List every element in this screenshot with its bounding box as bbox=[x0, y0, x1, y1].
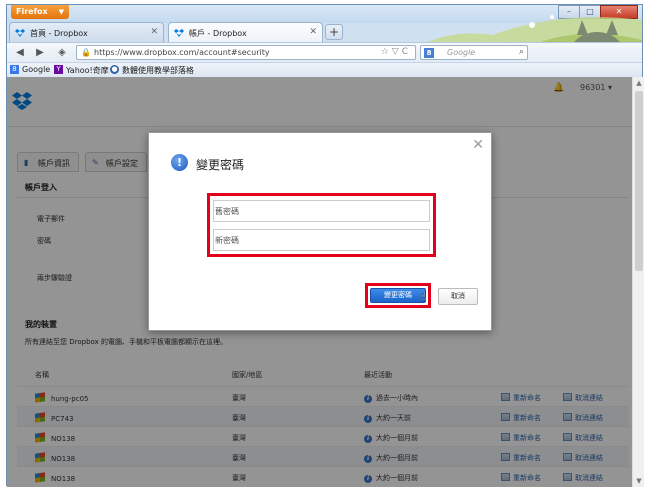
dropbox-favicon-icon bbox=[15, 29, 25, 37]
bookmark-label: Google bbox=[22, 65, 51, 74]
forward-icon[interactable]: ▶ bbox=[33, 46, 47, 60]
cancel-label: 取消 bbox=[451, 292, 465, 300]
tab-label: 帳戶 - Dropbox bbox=[189, 29, 247, 38]
change-password-label: 變更密碼 bbox=[384, 291, 412, 299]
bookmark-label: Yahoo!奇摩 bbox=[66, 66, 109, 75]
globe-icon: ● bbox=[110, 65, 119, 74]
bookmarks-bar: 8 Google Y Yahoo!奇摩 ● 數體使用教學部落格 bbox=[7, 62, 642, 77]
bookmark-blog[interactable]: ● 數體使用教學部落格 bbox=[110, 65, 194, 76]
old-password-placeholder: 舊密碼 bbox=[215, 207, 239, 216]
firefox-menu-button[interactable]: Firefox ▼ bbox=[11, 5, 69, 19]
new-password-field[interactable]: 新密碼 bbox=[213, 229, 430, 251]
back-icon[interactable]: ◀ bbox=[13, 46, 27, 60]
bookmark-google[interactable]: 8 Google bbox=[10, 65, 50, 74]
url-text: https://www.dropbox.com/account#security bbox=[94, 48, 270, 57]
search-bar[interactable]: 8 Google ⌕ bbox=[420, 45, 528, 60]
dropbox-favicon-icon bbox=[174, 29, 184, 37]
scrollbar-thumb[interactable] bbox=[635, 91, 643, 271]
maximize-button[interactable]: □ bbox=[579, 5, 601, 19]
old-password-field[interactable]: 舊密碼 bbox=[213, 200, 430, 222]
bookmark-yahoo[interactable]: Y Yahoo!奇摩 bbox=[54, 65, 109, 76]
page-viewport: 🔔 96301 ▾ ▮ 帳戶資訊 ✎ 帳戶設定 帳戶登入 電子郵件 密碼 兩步驟… bbox=[7, 77, 644, 487]
google-icon: 8 bbox=[10, 65, 19, 74]
lock-icon: 🔒 bbox=[81, 48, 91, 57]
firefox-menu-label: Firefox bbox=[16, 7, 48, 16]
tab-strip: 首頁 - Dropbox ✕ 帳戶 - Dropbox ✕ + bbox=[7, 22, 642, 42]
search-engine-icon[interactable]: 8 bbox=[424, 48, 434, 58]
info-icon: ! bbox=[171, 154, 188, 171]
close-icon[interactable]: ✕ bbox=[472, 137, 484, 153]
change-password-button[interactable]: 變更密碼 bbox=[370, 288, 426, 303]
submit-button-highlight: 變更密碼 ☝ bbox=[365, 283, 431, 308]
browser-window: Firefox ▼ – □ ✕ 首頁 - Dropbox ✕ 帳戶 - Drop… bbox=[6, 4, 644, 487]
navigation-bar: ◀ ▶ ◈ 🔒 https://www.dropbox.com/account#… bbox=[7, 42, 642, 62]
close-tab-icon[interactable]: ✕ bbox=[309, 27, 317, 37]
title-bar: Firefox ▼ – □ ✕ bbox=[7, 5, 642, 23]
close-window-button[interactable]: ✕ bbox=[600, 5, 638, 19]
tab-home-dropbox[interactable]: 首頁 - Dropbox ✕ bbox=[9, 22, 164, 42]
scroll-down-icon[interactable]: ▼ bbox=[633, 475, 644, 487]
site-identity-icon[interactable]: ◈ bbox=[55, 46, 69, 60]
hand-cursor-icon: ☝ bbox=[420, 292, 427, 303]
minimize-button[interactable]: – bbox=[558, 5, 580, 19]
search-icon[interactable]: ⌕ bbox=[519, 47, 524, 57]
tab-account-dropbox[interactable]: 帳戶 - Dropbox ✕ bbox=[168, 22, 323, 42]
window-controls: – □ ✕ bbox=[558, 5, 638, 19]
tab-label: 首頁 - Dropbox bbox=[30, 29, 88, 38]
change-password-dialog: ✕ ! 變更密碼 舊密碼 新密碼 變更密碼 ☝ 取消 bbox=[148, 132, 492, 331]
page-scrollbar[interactable]: ▲ ▼ bbox=[632, 77, 644, 487]
new-tab-button[interactable]: + bbox=[325, 24, 343, 40]
bookmark-label: 數體使用教學部落格 bbox=[122, 66, 194, 75]
bookmark-star-icon[interactable]: ☆▽C bbox=[381, 47, 411, 57]
new-password-placeholder: 新密碼 bbox=[215, 236, 239, 245]
chevron-down-icon: ▼ bbox=[58, 8, 64, 16]
search-placeholder: Google bbox=[447, 48, 476, 57]
password-fields-highlight: 舊密碼 新密碼 bbox=[207, 193, 436, 257]
scroll-up-icon[interactable]: ▲ bbox=[633, 77, 644, 89]
cancel-button[interactable]: 取消 bbox=[438, 288, 478, 305]
yahoo-icon: Y bbox=[54, 65, 63, 74]
close-tab-icon[interactable]: ✕ bbox=[150, 27, 158, 37]
url-bar[interactable]: 🔒 https://www.dropbox.com/account#securi… bbox=[76, 45, 416, 60]
dialog-title: 變更密碼 bbox=[196, 158, 245, 172]
